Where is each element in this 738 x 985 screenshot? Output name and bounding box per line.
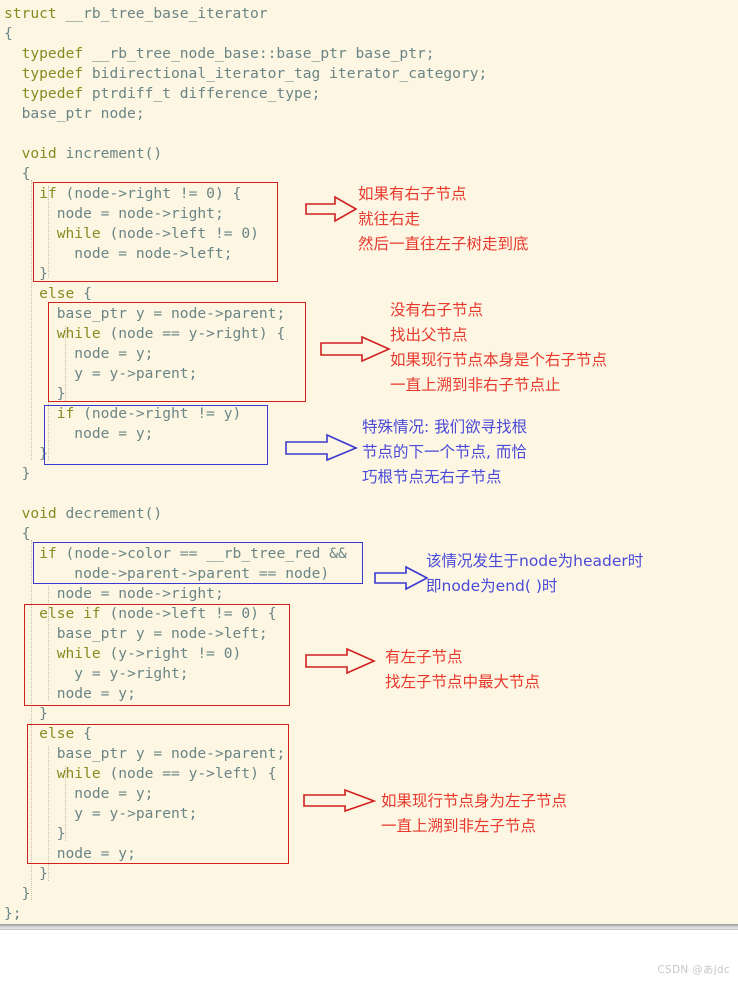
note-line: 特殊情况: 我们欲寻找根 [362, 418, 528, 436]
code-line: { [4, 25, 13, 42]
note-increment-no-right-child: 没有右子节点 找出父节点 如果现行节点本身是个右子节点 一直上溯到非右子节点止 [390, 298, 607, 398]
csdn-watermark: CSDN @あjdc [657, 964, 730, 976]
note-line: 巧根节点无右子节点 [362, 468, 502, 486]
note-decrement-is-left-child: 如果现行节点身为左子节点 一直上溯到非左子节点 [381, 789, 567, 839]
note-line: 没有右子节点 [390, 301, 484, 319]
decrement-else-parent-box [27, 724, 289, 864]
note-increment-special-root: 特殊情况: 我们欲寻找根 节点的下一个节点, 而恰 巧根节点无右子节点 [362, 415, 527, 490]
note-line: 找左子节点中最大节点 [385, 673, 541, 691]
arrow-to-note-decrement-header-case [374, 565, 429, 591]
note-line: 有左子节点 [385, 648, 463, 666]
arrow-to-note-increment-special-root [285, 433, 359, 462]
note-line: 即node为end( )时 [426, 577, 558, 595]
note-line: 该情况发生于node为header时 [426, 552, 644, 570]
note-decrement-header-case: 该情况发生于node为header时 即node为end( )时 [426, 549, 643, 599]
note-line: 一直上溯到非右子节点止 [390, 376, 561, 394]
code-line: { [21, 525, 31, 542]
note-line: 就往右走 [358, 210, 421, 228]
arrow-to-note-increment-no-right-child [320, 335, 391, 363]
increment-root-special-box [44, 405, 268, 465]
decrement-header-check-box [33, 542, 363, 584]
note-line: 如果现行节点本身是个右子节点 [390, 351, 608, 369]
note-increment-has-right-child: 如果有右子节点 就往右走 然后一直往左子树走到底 [358, 182, 529, 257]
note-line: 如果现行节点身为左子节点 [381, 792, 568, 810]
code-line: } [39, 705, 48, 722]
code-line: struct __rb_tree_base_iterator [4, 5, 268, 22]
code-line: typedef ptrdiff_t difference_type; [21, 85, 321, 102]
code-line: base_ptr node; [21, 105, 145, 122]
note-line: 如果有右子节点 [358, 185, 467, 203]
code-line: void decrement() [21, 505, 163, 522]
code-line: typedef bidirectional_iterator_tag itera… [21, 65, 488, 82]
note-line: 节点的下一个节点, 而恰 [362, 443, 527, 461]
code-line: } [21, 885, 31, 902]
arrow-to-note-decrement-has-left-child [305, 647, 376, 675]
code-line: void increment() [21, 145, 163, 162]
arrow-to-note-decrement-is-left-child [303, 788, 377, 813]
code-line: typedef __rb_tree_node_base::base_ptr ba… [21, 45, 435, 62]
arrow-to-note-increment-has-right-child [305, 195, 358, 223]
note-line: 一直上溯到非左子节点 [381, 817, 537, 835]
decrement-else-if-left-box [24, 604, 290, 706]
note-line: 然后一直往左子树走到底 [358, 235, 529, 253]
code-line: { [21, 165, 31, 182]
note-decrement-has-left-child: 有左子节点 找左子节点中最大节点 [385, 645, 540, 695]
code-line: }; [4, 905, 22, 922]
increment-if-right-box [33, 182, 278, 282]
code-line: } [39, 865, 48, 882]
increment-else-parent-box [48, 302, 306, 402]
note-line: 找出父节点 [390, 326, 468, 344]
code-editor-pane[interactable]: struct __rb_tree_base_iterator { typedef … [0, 0, 738, 930]
